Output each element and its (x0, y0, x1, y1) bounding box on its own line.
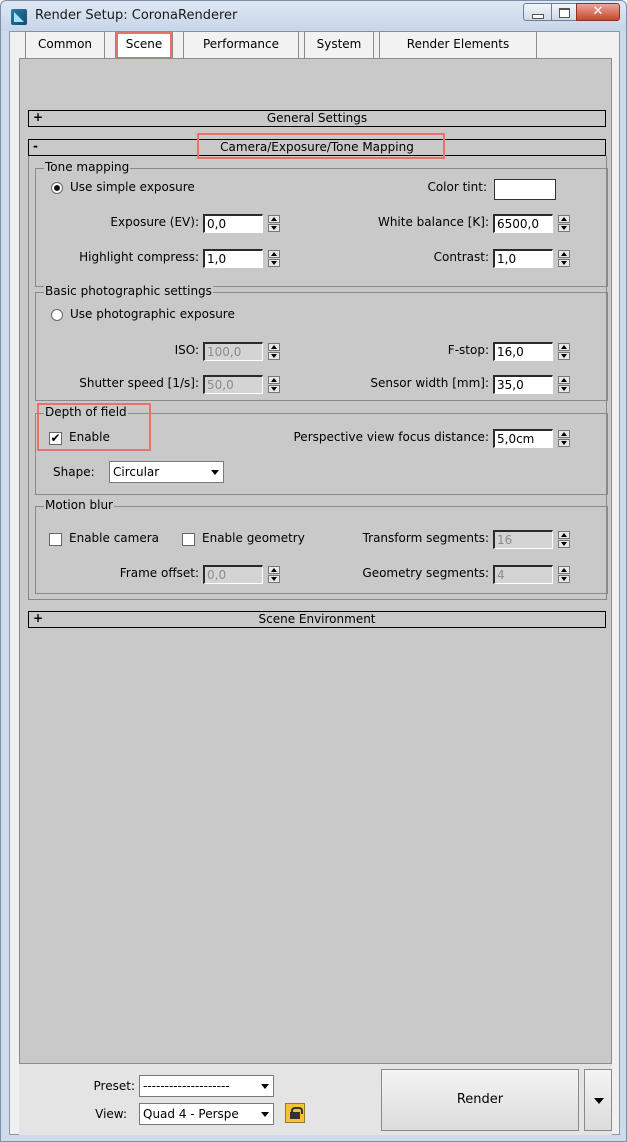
tab-render-elements[interactable]: Render Elements (379, 31, 537, 58)
transform-segments-label: Transform segments: (362, 531, 489, 545)
simple-exposure-label: Use simple exposure (70, 180, 195, 194)
close-button[interactable]: ✕ (576, 3, 620, 21)
shape-dropdown[interactable]: Circular (109, 461, 224, 483)
contrast-input[interactable]: 1,0 (493, 249, 553, 268)
highlight-compress-label: Highlight compress: (79, 250, 199, 264)
iso-input[interactable]: 100,0 (203, 342, 263, 361)
title-bar[interactable]: Render Setup: CoronaRenderer ✕ (1, 1, 626, 31)
dof-enable-label: Enable (69, 430, 110, 444)
tab-common[interactable]: Common (25, 31, 105, 58)
sensor-width-input[interactable]: 35,0 (493, 375, 553, 394)
focus-distance-spinner[interactable] (558, 430, 570, 447)
f-stop-label: F-stop: (447, 343, 489, 357)
exposure-label: Exposure (EV): (110, 215, 199, 229)
render-options-dropdown[interactable] (584, 1069, 612, 1131)
contrast-spinner[interactable] (558, 250, 570, 267)
iso-label: ISO: (174, 343, 199, 357)
shutter-speed-spinner[interactable] (268, 376, 280, 393)
highlight-compress-input[interactable]: 1,0 (203, 249, 263, 268)
group-title: Basic photographic settings (44, 284, 213, 298)
window-title: Render Setup: CoronaRenderer (35, 8, 238, 23)
geometry-segments-spinner[interactable] (558, 566, 570, 583)
preset-label: Preset: (93, 1079, 135, 1093)
color-tint-swatch[interactable] (494, 179, 556, 200)
chevron-down-icon (211, 470, 219, 475)
photographic-exposure-radio[interactable] (51, 309, 63, 321)
close-icon: ✕ (592, 4, 604, 19)
render-button[interactable]: Render (381, 1069, 579, 1131)
preset-value: -------------------- (143, 1079, 230, 1093)
enable-geometry-checkbox[interactable] (182, 533, 195, 546)
focus-distance-input[interactable]: 5,0cm (493, 429, 553, 448)
minimize-icon (532, 14, 544, 19)
tab-scene[interactable]: Scene (115, 31, 173, 60)
maximize-button[interactable] (551, 3, 577, 21)
white-balance-input[interactable]: 6500,0 (493, 214, 553, 233)
transform-segments-input[interactable]: 16 (493, 530, 553, 549)
frame-offset-label: Frame offset: (119, 566, 199, 580)
shutter-speed-input[interactable]: 50,0 (203, 375, 263, 394)
view-label: View: (95, 1107, 127, 1121)
frame-offset-input[interactable]: 0,0 (203, 565, 263, 584)
rollout-scene-environment[interactable]: + Scene Environment (28, 611, 606, 628)
maximize-icon (559, 8, 570, 18)
highlight-compress-spinner[interactable] (268, 250, 280, 267)
tab-performance[interactable]: Performance (183, 31, 299, 58)
geometry-segments-input[interactable]: 4 (493, 565, 553, 584)
tab-system[interactable]: System (304, 31, 374, 58)
white-balance-spinner[interactable] (558, 215, 570, 232)
sensor-width-spinner[interactable] (558, 376, 570, 393)
rollout-title: General Settings (266, 111, 368, 125)
color-tint-label: Color tint: (427, 180, 487, 194)
enable-camera-label: Enable camera (69, 531, 159, 545)
3dsmax-app-icon (11, 9, 27, 25)
render-setup-window: Render Setup: CoronaRenderer ✕ Common Sc… (0, 0, 627, 1142)
shape-value: Circular (113, 465, 160, 479)
minimize-button[interactable] (523, 3, 552, 21)
dof-enable-checkbox[interactable]: ✔ (49, 432, 62, 445)
exposure-input[interactable]: 0,0 (203, 214, 263, 233)
contrast-label: Contrast: (433, 250, 489, 264)
photographic-exposure-label: Use photographic exposure (70, 307, 235, 321)
preset-dropdown[interactable]: -------------------- (139, 1075, 274, 1097)
exposure-spinner[interactable] (268, 215, 280, 232)
f-stop-spinner[interactable] (558, 343, 570, 360)
enable-geometry-label: Enable geometry (202, 531, 305, 545)
group-title: Motion blur (44, 498, 114, 512)
chevron-down-icon (261, 1112, 269, 1117)
enable-camera-checkbox[interactable] (49, 533, 62, 546)
view-dropdown[interactable]: Quad 4 - Perspe (139, 1103, 274, 1125)
rollout-general-settings[interactable]: + General Settings (28, 110, 606, 127)
rollout-title: Scene Environment (258, 612, 376, 626)
focus-distance-label: Perspective view focus distance: (293, 430, 490, 444)
white-balance-label: White balance [K]: (377, 215, 489, 229)
simple-exposure-radio[interactable] (51, 182, 63, 194)
shape-label: Shape: (53, 465, 95, 479)
geometry-segments-label: Geometry segments: (362, 566, 489, 580)
transform-segments-spinner[interactable] (558, 531, 570, 548)
chevron-down-icon (261, 1084, 269, 1089)
lock-view-button[interactable] (285, 1103, 305, 1123)
frame-offset-spinner[interactable] (268, 566, 280, 583)
shutter-speed-label: Shutter speed [1/s]: (79, 376, 199, 390)
f-stop-input[interactable]: 16,0 (493, 342, 553, 361)
view-value: Quad 4 - Perspe (143, 1107, 239, 1121)
sensor-width-label: Sensor width [mm]: (370, 376, 489, 390)
group-title: Tone mapping (44, 160, 131, 174)
iso-spinner[interactable] (268, 343, 280, 360)
